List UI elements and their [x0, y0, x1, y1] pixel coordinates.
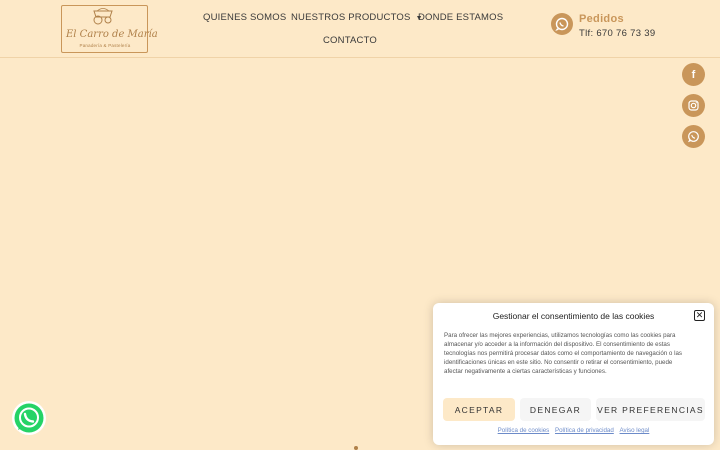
- whatsapp-icon: [12, 401, 46, 435]
- cookie-policy-links: Política de cookies Política de privacid…: [433, 427, 714, 434]
- cookie-dialog-title: Gestionar el consentimiento de las cooki…: [492, 311, 655, 321]
- nav-nuestros-productos[interactable]: NUESTROS PRODUCTOS ▼: [291, 12, 423, 23]
- nav-donde-estamos[interactable]: DONDE ESTAMOS: [418, 12, 503, 23]
- orders-title: Pedidos: [579, 13, 624, 25]
- view-preferences-button[interactable]: VER PREFERENCIAS: [596, 398, 705, 421]
- nav-contacto[interactable]: CONTACTO: [323, 35, 377, 46]
- whatsapp-glyph: [687, 131, 699, 143]
- instagram-glyph: [688, 100, 699, 111]
- cookie-policy-link[interactable]: Política de cookies: [498, 427, 550, 434]
- accept-cookies-button[interactable]: ACEPTAR: [443, 398, 515, 421]
- nav-nuestros-productos-label: NUESTROS PRODUCTOS: [291, 12, 411, 23]
- deny-cookies-button[interactable]: DENEGAR: [520, 398, 591, 421]
- logo-script-text: El Carro de María: [66, 29, 158, 40]
- facebook-glyph: f: [691, 68, 696, 81]
- orders-phone[interactable]: Tlf: 670 76 73 39: [579, 28, 655, 39]
- whatsapp-icon[interactable]: [551, 13, 573, 35]
- whatsapp-floating-button[interactable]: [11, 400, 47, 436]
- cookie-consent-dialog: Gestionar el consentimiento de las cooki…: [433, 303, 714, 445]
- cart-logo-icon: [93, 8, 113, 25]
- logo-subtitle: Panadería & Pastelería: [79, 43, 131, 48]
- slider-dot[interactable]: [354, 446, 358, 450]
- nav-quienes-somos[interactable]: QUIENES SOMOS: [203, 12, 286, 23]
- privacy-policy-link[interactable]: Política de privacidad: [555, 427, 614, 434]
- facebook-icon[interactable]: f: [682, 63, 705, 86]
- site-header: El Carro de María Panadería & Pastelería…: [0, 0, 720, 58]
- whatsapp-icon[interactable]: [682, 125, 705, 148]
- legal-notice-link[interactable]: Aviso legal: [620, 427, 650, 434]
- cookie-dialog-text: Para ofrecer las mejores experiencias, u…: [444, 332, 683, 375]
- close-icon[interactable]: ✕: [694, 310, 705, 321]
- instagram-icon[interactable]: [682, 94, 705, 117]
- site-logo[interactable]: El Carro de María Panadería & Pastelería: [61, 5, 158, 53]
